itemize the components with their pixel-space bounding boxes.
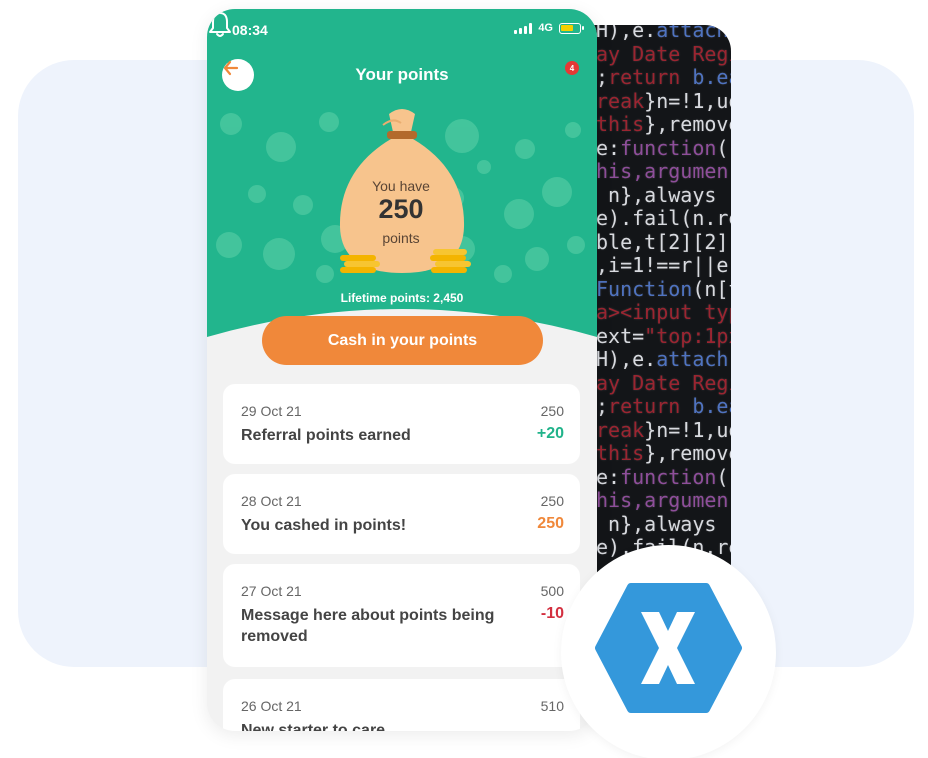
code-token: function <box>620 464 717 489</box>
code-line: H),e.attach <box>596 25 728 42</box>
transaction-card[interactable]: 27 Oct 21 500 Message here about points be… <box>223 564 580 667</box>
code-token: ay Date Regi <box>596 41 731 66</box>
transaction-delta: 250 <box>537 515 564 532</box>
code-token: a><input typ <box>596 300 731 324</box>
transaction-delta: +20 <box>536 425 564 442</box>
code-token: this <box>596 441 645 465</box>
network-type: 4G <box>538 22 553 34</box>
code-line: this},remove <box>596 113 731 136</box>
code-token: reak <box>596 417 645 442</box>
signal-icon <box>514 22 533 34</box>
code-token: },remove <box>644 441 731 465</box>
code-token: (n[t <box>692 276 731 301</box>
code-token: ble,t[2][2] <box>596 229 729 254</box>
transaction-card[interactable]: 26 Oct 21 510 New starter to care <box>223 679 580 731</box>
code-token: "top:1px <box>644 323 731 348</box>
code-token: function <box>620 135 717 160</box>
transaction-balance: 250 <box>540 403 564 419</box>
code-line: ble,t[2][2] <box>596 229 729 254</box>
transaction-card[interactable]: 29 Oct 21 250 Referral points earned +20 <box>223 384 580 464</box>
lifetime-points: Lifetime points: 2,450 <box>340 291 464 305</box>
transaction-date: 29 Oct 21 <box>241 403 302 419</box>
code-line: ay Date Regi <box>596 370 731 395</box>
code-token: }n=!1,ud <box>644 417 731 442</box>
code-token: e: <box>596 135 621 160</box>
xamarin-logo-icon <box>595 583 742 713</box>
code-line: his,argumen <box>596 160 728 183</box>
code-token: return <box>608 65 693 89</box>
balance-prefix: You have <box>372 178 430 194</box>
code-token: n},always <box>596 182 717 207</box>
code-line: ext="top:1px <box>596 323 731 348</box>
code-token: e).fail(n.re <box>596 206 731 230</box>
code-line: ,i=1!==r||e <box>596 254 728 277</box>
points-hero: 08:34 4G Your points 4 You have 250 poin… <box>207 9 597 349</box>
code-line: e).fail(n.re <box>596 207 731 230</box>
code-token: ( <box>716 135 729 160</box>
code-line: e:function( <box>596 135 729 160</box>
code-token: e: <box>596 464 621 489</box>
status-icons: 4G <box>514 22 584 34</box>
status-time: 08:34 <box>232 22 268 38</box>
code-token: ay Date Regi <box>596 370 731 395</box>
code-token: return <box>608 394 693 418</box>
code-line: his,argumen <box>596 489 728 512</box>
code-token: },remove <box>644 112 731 136</box>
balance-value: 250 <box>378 194 424 224</box>
code-token: H),e. <box>596 347 657 371</box>
code-line: H),e.attach <box>596 348 728 371</box>
transaction-date: 27 Oct 21 <box>241 583 302 599</box>
code-line: reak}n=!1,ud <box>596 88 731 113</box>
code-token: ext= <box>596 323 645 348</box>
code-token: reak <box>596 88 645 113</box>
code-line: reak}n=!1,ud <box>596 417 731 442</box>
phone-mockup: 08:34 4G Your points 4 You have 250 poin… <box>207 9 597 731</box>
code-token: attach <box>656 347 729 371</box>
code-token: attach <box>656 25 729 42</box>
code-line: ay Date Regi <box>596 41 731 66</box>
transaction-date: 26 Oct 21 <box>241 698 302 714</box>
code-token: b.ea <box>692 394 731 418</box>
code-token: ( <box>716 464 729 489</box>
bell-icon[interactable] <box>207 9 233 39</box>
battery-icon <box>559 22 584 34</box>
code-token: Function <box>596 276 693 301</box>
code-line: a><input typ <box>596 301 731 324</box>
code-line: ;return b.ea <box>596 66 731 89</box>
page-title: Your points <box>355 65 449 84</box>
cash-in-button[interactable]: Cash in your points <box>262 316 543 365</box>
code-line: Function(n[t <box>596 276 731 301</box>
code-line: n},always <box>596 511 717 536</box>
xamarin-logo-badge <box>561 545 776 758</box>
transaction-card[interactable]: 28 Oct 21 250 You cashed in points! 250 <box>223 474 580 554</box>
code-token: }n=!1,ud <box>644 88 731 113</box>
balance-suffix: points <box>382 230 420 246</box>
transaction-description: New starter to care <box>241 722 386 731</box>
transaction-description: Referral points earned <box>241 427 411 444</box>
code-token: this <box>596 112 645 136</box>
code-token: ,i=1!==r||e <box>596 253 729 277</box>
code-line: this},remove <box>596 442 731 465</box>
code-token: ; <box>596 65 609 89</box>
code-token: his,argumen <box>596 159 729 183</box>
code-line: ;return b.ea <box>596 395 731 418</box>
notification-badge: 4 <box>565 61 579 75</box>
code-token: H),e. <box>596 25 657 42</box>
code-line: e:function( <box>596 464 729 489</box>
code-line: n},always <box>596 182 717 207</box>
transaction-date: 28 Oct 21 <box>241 493 302 509</box>
code-token: his,argumen <box>596 488 729 512</box>
code-token: n},always <box>596 511 717 536</box>
transaction-description: You cashed in points! <box>241 517 407 534</box>
transaction-description: Message here about points being removed <box>241 607 495 645</box>
code-token: b.ea <box>692 65 731 89</box>
transaction-balance: 250 <box>540 493 564 509</box>
code-token: ; <box>596 394 609 418</box>
